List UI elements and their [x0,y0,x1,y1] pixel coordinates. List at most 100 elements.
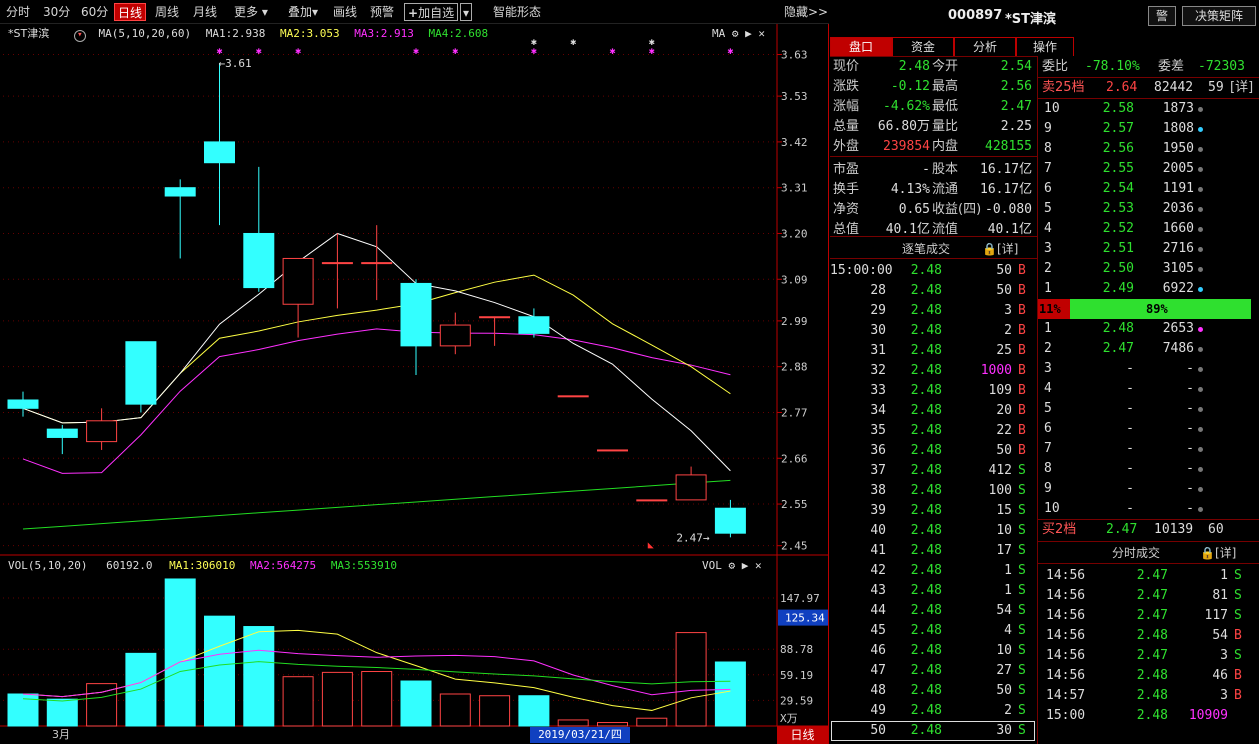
stat-label: 流值 [932,222,959,237]
volume-bar [243,626,275,727]
bid-price: - [1126,501,1134,516]
price-tick-label: 2.99 [781,315,808,328]
webi-value: -78.10% [1085,59,1140,74]
overlay-menu[interactable]: 叠加▾ [288,3,318,21]
period-indicator[interactable]: 日线 [777,726,828,744]
tick-price: 2.48 [910,443,942,458]
smart-pattern-button[interactable]: 智能形态 [493,3,541,21]
candle-body [321,262,353,265]
minute-price: 2.47 [1136,648,1168,663]
close-icon[interactable]: ✕ [755,559,762,572]
close-icon[interactable]: ✕ [758,27,765,40]
vol-tag[interactable]: VOL [702,559,722,572]
add-favorite-button[interactable]: +加自选 [404,3,459,21]
vol-controls: VOL ⚙ ▶ ✕ [702,558,762,574]
ask-price: 2.57 [1102,121,1134,136]
bid-volume: - [1186,501,1194,516]
volume-bar [714,661,746,727]
chevron-down-icon[interactable]: ▾ [73,30,86,42]
tab-fenshi[interactable]: 分时 [6,3,30,21]
tick-price: 2.48 [910,343,942,358]
order-dot-icon [1198,467,1203,472]
stat-value: 2.48 [898,59,930,74]
stat-value: 428155 [985,139,1032,154]
sell25-detail[interactable]: [详] [1230,78,1253,98]
stat-value: 0.65 [898,202,930,217]
tick-detail[interactable]: 🔒[详] [982,240,1018,257]
gear-icon[interactable]: ⚙ [729,559,736,572]
bid-price: - [1126,441,1134,456]
ask-volume: 2036 [1162,201,1194,216]
tab-monthly[interactable]: 月线 [193,3,217,21]
bid-volume: - [1186,401,1194,416]
more-menu[interactable]: 更多 ▾ [234,3,268,21]
kline-chart[interactable]: 3.63 3.53 3.42 3.31 3.20 3.09 2.99 2.88 2.77 2.66… [0,24,829,744]
tab-zijin[interactable]: 资金 [892,37,954,56]
stat-label: 市盈 [833,162,860,177]
ask-level: 8 [1044,141,1052,156]
tab-daily[interactable]: 日线 [114,3,147,21]
tick-volume: 50 [996,683,1012,698]
ma-tag[interactable]: MA [712,27,725,40]
bid-volume: - [1186,441,1194,456]
vol-ma1: MA1:306010 [169,559,236,572]
stat-value: - [922,162,930,177]
tick-volume: 27 [996,663,1012,678]
volume-bar [164,578,196,727]
ask-level: 5 [1044,201,1052,216]
tick-detail-label: [详] [996,242,1019,256]
order-dot-icon [1198,427,1203,432]
plus-icon: + [408,6,419,20]
tick-time: 31 [870,343,886,358]
tab-weekly[interactable]: 周线 [155,3,179,21]
tick-price: 2.48 [910,703,942,718]
tab-30min[interactable]: 30分 [43,3,70,21]
triangle-right-icon[interactable]: ▶ [745,27,752,40]
gear-icon[interactable]: ⚙ [732,27,739,40]
tick-price: 2.48 [910,423,942,438]
lock-icon: 🔒 [982,242,997,256]
alert-button[interactable]: 预警 [370,3,394,21]
ask-price: 2.52 [1102,221,1134,236]
ask-price: 2.54 [1102,181,1134,196]
volume-bar [597,722,628,727]
tick-time: 28 [870,283,886,298]
tick-price: 2.48 [910,323,942,338]
tick-volume: 22 [996,423,1012,438]
candle-body [86,420,118,443]
add-favorite-dropdown[interactable]: ▾ [460,3,473,21]
tick-side: B [1018,323,1026,338]
event-marker-icon: ✱ [413,46,419,57]
stat-label: 换手 [833,182,860,197]
minute-price: 2.48 [1136,688,1168,703]
tick-volume: 20 [996,403,1012,418]
volume-bar [675,632,707,727]
decision-matrix-button[interactable]: 决策矩阵 [1182,6,1256,26]
bid-volume: 2653 [1162,321,1194,336]
hide-panel-button[interactable]: 隐藏>> [784,3,828,21]
tick-time: 35 [870,423,886,438]
alert-button[interactable]: 警 [1148,6,1176,26]
order-dot-icon [1198,167,1203,172]
bid-level: 6 [1044,421,1052,436]
stat-label: 现价 [833,59,860,74]
minute-detail[interactable]: 🔒[详] [1200,544,1236,561]
tick-volume: 15 [996,503,1012,518]
tab-caozuo[interactable]: 操作 [1016,37,1074,56]
price-tick-label: 3.53 [781,90,808,103]
tick-side: S [1018,583,1026,598]
tab-fenxi[interactable]: 分析 [954,37,1016,56]
bid-level: 4 [1044,381,1052,396]
tick-price: 2.48 [910,503,942,518]
triangle-right-icon[interactable]: ▶ [742,559,749,572]
bid-level: 2 [1044,341,1052,356]
minute-volume: 54 [1212,628,1228,643]
tick-side: B [1018,443,1026,458]
ask-price: 2.58 [1102,101,1134,116]
tab-pankou[interactable]: 盘口 [830,37,892,56]
ask-volume: 1808 [1162,121,1194,136]
tick-side: B [1018,283,1026,298]
candle-body [204,141,235,164]
draw-line-button[interactable]: 画线 [333,3,357,21]
tab-60min[interactable]: 60分 [81,3,108,21]
